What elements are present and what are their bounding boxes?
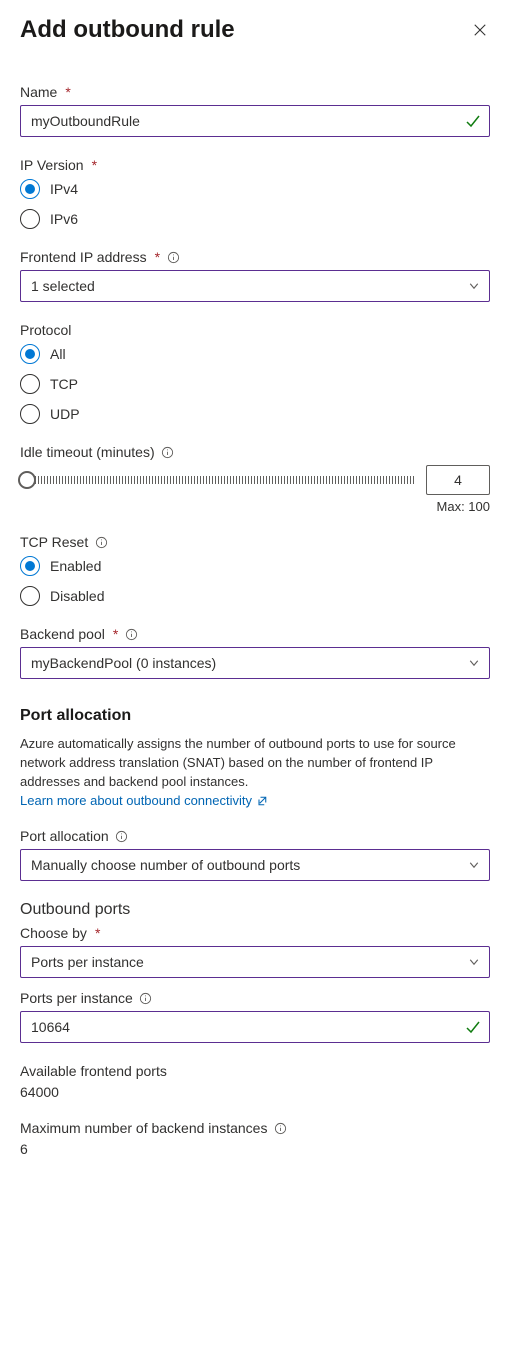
info-icon[interactable]: [161, 445, 175, 459]
tcpreset-radio-enabled[interactable]: Enabled: [20, 556, 490, 576]
radio-icon: [20, 179, 40, 199]
maxinstances-value: 6: [20, 1141, 490, 1157]
checkmark-icon: [464, 1018, 482, 1036]
tcpreset-radio-group: Enabled Disabled: [20, 556, 490, 606]
radio-icon: [20, 344, 40, 364]
radio-label: Disabled: [50, 588, 104, 604]
protocol-radio-tcp[interactable]: TCP: [20, 374, 490, 394]
external-link-icon: [256, 795, 268, 807]
required-asterisk: *: [65, 84, 70, 100]
radio-icon: [20, 404, 40, 424]
close-button[interactable]: [470, 20, 490, 40]
select-value: myBackendPool (0 instances): [31, 655, 216, 671]
name-label: Name: [20, 84, 57, 100]
chevron-down-icon: [467, 858, 481, 872]
frontendip-label: Frontend IP address: [20, 249, 147, 265]
portalloc-select[interactable]: Manually choose number of outbound ports: [20, 849, 490, 881]
info-icon[interactable]: [94, 535, 108, 549]
chevron-down-icon: [467, 955, 481, 969]
tcpreset-radio-disabled[interactable]: Disabled: [20, 586, 490, 606]
panel-title: Add outbound rule: [20, 16, 235, 44]
chooseby-label: Choose by: [20, 925, 87, 941]
required-asterisk: *: [95, 925, 100, 941]
maxinstances-label: Maximum number of backend instances: [20, 1120, 267, 1136]
info-icon[interactable]: [273, 1121, 287, 1135]
required-asterisk: *: [92, 157, 97, 173]
info-icon[interactable]: [115, 829, 129, 843]
radio-label: All: [50, 346, 66, 362]
idletimeout-value-input[interactable]: [426, 465, 490, 495]
radio-label: UDP: [50, 406, 80, 422]
availableports-value: 64000: [20, 1084, 490, 1100]
portalloc-learn-more-link[interactable]: Learn more about outbound connectivity: [20, 792, 268, 811]
info-icon[interactable]: [124, 627, 138, 641]
ipversion-radio-group: IPv4 IPv6: [20, 179, 490, 229]
radio-icon: [20, 556, 40, 576]
select-value: 1 selected: [31, 278, 95, 294]
protocol-radio-group: All TCP UDP: [20, 344, 490, 424]
radio-label: TCP: [50, 376, 78, 392]
ipversion-radio-ipv6[interactable]: IPv6: [20, 209, 490, 229]
availableports-label: Available frontend ports: [20, 1063, 167, 1079]
radio-icon: [20, 374, 40, 394]
protocol-radio-udp[interactable]: UDP: [20, 404, 490, 424]
portalloc-section-title: Port allocation: [20, 707, 490, 725]
radio-label: IPv6: [50, 211, 78, 227]
close-icon: [473, 23, 487, 37]
slider-thumb[interactable]: [18, 471, 36, 489]
chevron-down-icon: [467, 279, 481, 293]
ipversion-label: IP Version: [20, 157, 84, 173]
name-input[interactable]: [20, 105, 490, 137]
portsperinstance-label: Ports per instance: [20, 990, 133, 1006]
frontendip-select[interactable]: 1 selected: [20, 270, 490, 302]
radio-label: Enabled: [50, 558, 101, 574]
chooseby-select[interactable]: Ports per instance: [20, 946, 490, 978]
backendpool-label: Backend pool: [20, 626, 105, 642]
portalloc-label: Port allocation: [20, 828, 109, 844]
select-value: Ports per instance: [31, 954, 144, 970]
info-icon[interactable]: [139, 991, 153, 1005]
select-value: Manually choose number of outbound ports: [31, 857, 300, 873]
protocol-label: Protocol: [20, 322, 71, 338]
chevron-down-icon: [467, 656, 481, 670]
backendpool-select[interactable]: myBackendPool (0 instances): [20, 647, 490, 679]
tcpreset-label: TCP Reset: [20, 534, 88, 550]
required-asterisk: *: [155, 249, 160, 265]
radio-label: IPv4: [50, 181, 78, 197]
slider-track: [20, 476, 414, 484]
ipversion-radio-ipv4[interactable]: IPv4: [20, 179, 490, 199]
portsperinstance-input[interactable]: [20, 1011, 490, 1043]
idletimeout-label: Idle timeout (minutes): [20, 444, 155, 460]
info-icon[interactable]: [166, 250, 180, 264]
idletimeout-slider[interactable]: [20, 470, 414, 490]
radio-icon: [20, 209, 40, 229]
protocol-radio-all[interactable]: All: [20, 344, 490, 364]
checkmark-icon: [464, 112, 482, 130]
outboundports-title: Outbound ports: [20, 901, 490, 919]
portalloc-description: Azure automatically assigns the number o…: [20, 735, 490, 810]
radio-icon: [20, 586, 40, 606]
required-asterisk: *: [113, 626, 118, 642]
idletimeout-max-label: Max: 100: [20, 499, 490, 514]
